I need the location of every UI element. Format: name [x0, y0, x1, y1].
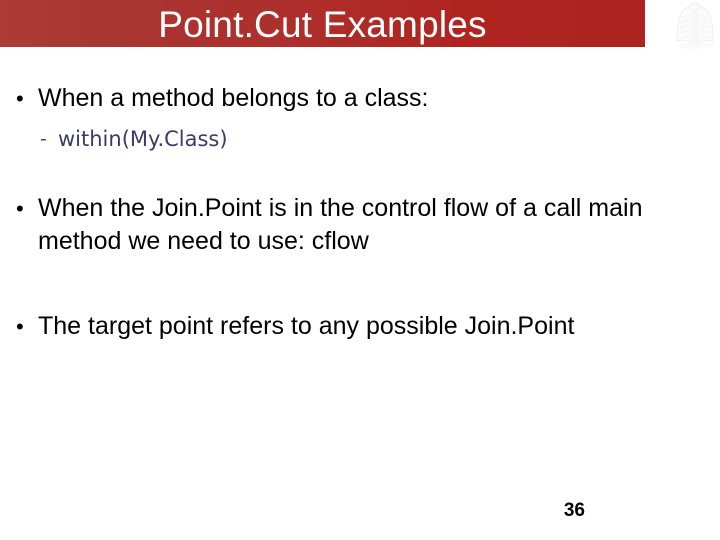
slide-canvas: Point.Cut Examples • When a method belon… [0, 0, 720, 540]
sub-bullet-dash: - [40, 128, 47, 150]
title-banner: Point.Cut Examples [0, 0, 645, 47]
page-title: Point.Cut Examples [158, 4, 487, 45]
bullet-item: The target point refers to any possible … [0, 310, 720, 343]
sub-bullet-item: - within(My.Class) [0, 125, 228, 153]
bullet-text: When a method belongs to a class: [38, 84, 429, 112]
bullet-item: When the Join.Point is in the control fl… [0, 192, 720, 258]
bullet-text: When the Join.Point is in the control fl… [38, 194, 643, 255]
sub-bullet-text: within(My.Class) [58, 127, 228, 151]
bullet-item: When a method belongs to a class: [0, 82, 720, 115]
university-crest-logo [672, 0, 718, 53]
page-number: 36 [563, 500, 585, 521]
bullet-text: The target point refers to any possible … [38, 312, 575, 340]
